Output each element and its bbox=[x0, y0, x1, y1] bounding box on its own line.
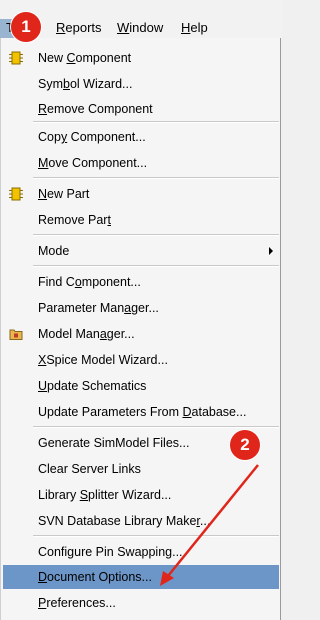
menu-item-label: Copy Component... bbox=[38, 130, 146, 144]
menu-item-document-options[interactable]: Document Options... bbox=[3, 565, 279, 589]
menu-separator bbox=[33, 265, 279, 267]
menu-window-rest: indow bbox=[129, 20, 164, 35]
menu-item-label: Update Parameters From Database... bbox=[38, 405, 247, 419]
menu-item-model-manager[interactable]: Model Manager... bbox=[3, 322, 279, 346]
menu-item-label: Move Component... bbox=[38, 156, 148, 170]
menu-separator bbox=[33, 426, 279, 428]
menu-item-symbol-wizard[interactable]: Symbol Wizard... bbox=[3, 72, 279, 96]
menu-item-label: Clear Server Links bbox=[38, 462, 141, 476]
menu-item-new-part[interactable]: New Part bbox=[3, 182, 279, 206]
menu-item-label: Mode bbox=[38, 244, 70, 258]
menu-item-clear-server-links[interactable]: Clear Server Links bbox=[3, 457, 279, 481]
menu-item-update-schematics[interactable]: Update Schematics bbox=[3, 374, 279, 398]
menu-window-mnemonic: W bbox=[117, 20, 130, 35]
menu-reports-rest: eports bbox=[65, 20, 102, 35]
menu-item-label: Remove Part bbox=[38, 213, 111, 227]
folder-icon bbox=[9, 327, 23, 341]
menu-help[interactable]: Help bbox=[181, 20, 208, 36]
menu-item-label: SVN Database Library Maker... bbox=[38, 514, 211, 528]
menu-separator bbox=[33, 177, 279, 179]
chip-icon bbox=[9, 187, 23, 201]
menu-help-mnemonic: H bbox=[181, 20, 191, 35]
menu-item-find-component[interactable]: Find Component... bbox=[3, 270, 279, 294]
menu-item-xspice-model-wizard[interactable]: XSpice Model Wizard... bbox=[3, 348, 279, 372]
menu-item-preferences[interactable]: Preferences... bbox=[3, 591, 279, 615]
menu-item-label: Model Manager... bbox=[38, 327, 135, 341]
menu-item-label: Preferences... bbox=[38, 596, 116, 610]
menu-item-label: XSpice Model Wizard... bbox=[38, 353, 168, 367]
menu-item-label: Library Splitter Wizard... bbox=[38, 488, 172, 502]
submenu-arrow-icon bbox=[269, 247, 273, 255]
menu-item-label: New Part bbox=[38, 187, 90, 201]
annotation-badge-2: 2 bbox=[229, 429, 261, 461]
menu-window[interactable]: Window bbox=[117, 20, 163, 36]
menu-item-label: Generate SimModel Files... bbox=[38, 436, 190, 450]
menu-help-rest: elp bbox=[190, 20, 208, 35]
menu-item-svn-database-library-maker[interactable]: SVN Database Library Maker... bbox=[3, 509, 279, 533]
menu-item-new-component[interactable]: New Component bbox=[3, 46, 279, 70]
menu-item-label: Symbol Wizard... bbox=[38, 77, 133, 91]
menu-item-label: New Component bbox=[38, 51, 132, 65]
menu-item-configure-pin-swapping[interactable]: Configure Pin Swapping... bbox=[3, 540, 279, 564]
menu-bar: T Reports Window Help bbox=[0, 0, 282, 39]
menu-item-mode[interactable]: Mode bbox=[3, 239, 279, 263]
menu-item-label: Configure Pin Swapping... bbox=[38, 545, 183, 559]
menu-item-move-component[interactable]: Move Component... bbox=[3, 151, 279, 175]
menu-item-label: Parameter Manager... bbox=[38, 301, 159, 315]
menu-item-parameter-manager[interactable]: Parameter Manager... bbox=[3, 296, 279, 320]
menu-item-label: Update Schematics bbox=[38, 379, 147, 393]
menu-separator bbox=[33, 121, 279, 123]
menu-item-remove-component[interactable]: Remove Component bbox=[3, 97, 279, 121]
menu-item-copy-component[interactable]: Copy Component... bbox=[3, 125, 279, 149]
menu-separator bbox=[33, 234, 279, 236]
tools-dropdown-menu: New Component Symbol Wizard... Remove Comp… bbox=[0, 38, 281, 620]
menu-item-library-splitter-wizard[interactable]: Library Splitter Wizard... bbox=[3, 483, 279, 507]
menu-item-remove-part[interactable]: Remove Part bbox=[3, 208, 279, 232]
menu-reports-mnemonic: R bbox=[56, 20, 66, 35]
menu-separator bbox=[33, 535, 279, 537]
chip-icon bbox=[9, 51, 23, 65]
menu-item-update-parameters-from-database[interactable]: Update Parameters From Database... bbox=[3, 400, 279, 424]
menu-item-label: Remove Component bbox=[38, 102, 153, 116]
menu-item-label: Find Component... bbox=[38, 275, 141, 289]
menu-item-label: Document Options... bbox=[38, 570, 152, 584]
annotation-badge-1: 1 bbox=[10, 11, 42, 43]
menu-reports[interactable]: Reports bbox=[56, 20, 102, 36]
